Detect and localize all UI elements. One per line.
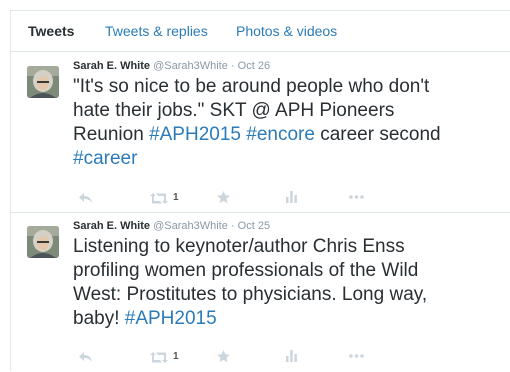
reply-icon[interactable] [79, 193, 92, 203]
retweet-count: 1 [173, 351, 179, 362]
tweet-text-fragment: career second [314, 124, 441, 145]
author-handle[interactable]: @Sarah3White [153, 220, 228, 232]
retweet-icon[interactable] [150, 193, 168, 204]
tweet-text-line: #career [73, 147, 509, 171]
retweet-icon[interactable] [150, 352, 168, 363]
tab-tweets-and-replies[interactable]: Tweets & replies [105, 23, 208, 39]
author-handle[interactable]: @Sarah3White [153, 60, 228, 72]
tweet-text-line: Listening to keynoter/author Chris Enss [73, 236, 405, 257]
star-icon[interactable] [217, 191, 230, 204]
more-icon[interactable] [349, 354, 364, 358]
author-name[interactable]: Sarah E. White [73, 60, 150, 72]
retweet-count: 1 [173, 192, 179, 203]
tweet[interactable]: Sarah E. White @Sarah3White · Oct 26 "It… [11, 53, 510, 213]
tweet-actions: 1 [11, 190, 510, 208]
tweet-actions: 1 [11, 349, 510, 367]
stats-icon[interactable] [286, 191, 297, 203]
tweet-text-line: Reunion #APH2015 #encore career second [73, 123, 509, 147]
tweet-text-line: profiling women professionals of the Wil… [73, 260, 419, 281]
hashtag-link[interactable]: #career [73, 148, 137, 169]
tweet-timestamp[interactable]: Oct 25 [238, 220, 270, 232]
profile-timeline: Tweets Tweets & replies Photos & videos … [10, 10, 510, 371]
tweet-text-fragment: Reunion [73, 124, 150, 145]
star-icon[interactable] [217, 350, 230, 363]
tweet-text: "It's so nice to be around people who do… [73, 75, 509, 171]
tweet-text: Listening to keynoter/author Chris Enss … [73, 235, 509, 331]
avatar[interactable] [27, 66, 59, 98]
hashtag-link[interactable]: #encore [246, 124, 315, 145]
tweet[interactable]: Sarah E. White @Sarah3White · Oct 25 Lis… [11, 213, 510, 372]
stats-icon[interactable] [286, 350, 297, 362]
hashtag-link[interactable]: #APH2015 [125, 308, 217, 329]
more-icon[interactable] [349, 195, 364, 199]
separator-dot: · [230, 220, 235, 232]
tweet-text-line: "It's so nice to be around people who do… [73, 76, 430, 97]
tweet-text-line: hate their jobs." SKT @ APH Pioneers [73, 100, 395, 121]
tweet-header: Sarah E. White @Sarah3White · Oct 25 [73, 220, 270, 232]
tweet-text-fragment: baby! [73, 308, 125, 329]
reply-icon[interactable] [79, 352, 92, 362]
tweet-text-line: baby! #APH2015 [73, 307, 509, 331]
tweet-text-line: West: Prostitutes to physicians. Long wa… [73, 284, 428, 305]
timeline-tabs: Tweets Tweets & replies Photos & videos [11, 11, 510, 52]
avatar[interactable] [27, 226, 59, 258]
tab-photos-and-videos[interactable]: Photos & videos [236, 23, 337, 39]
tab-tweets[interactable]: Tweets [28, 23, 74, 39]
separator-dot: · [230, 60, 235, 72]
hashtag-link[interactable]: #APH2015 [149, 124, 241, 145]
tweet-header: Sarah E. White @Sarah3White · Oct 26 [73, 60, 270, 72]
tweet-timestamp[interactable]: Oct 26 [238, 60, 270, 72]
author-name[interactable]: Sarah E. White [73, 220, 150, 232]
